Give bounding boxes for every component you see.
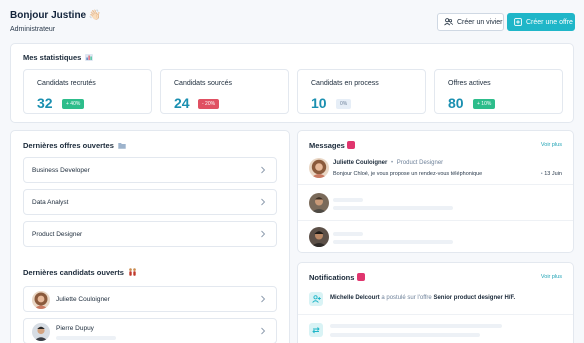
message-sender: Juliette Couloigner [333,160,388,166]
bar-chart-icon [85,54,94,61]
stat-value: 80 [448,95,464,111]
skeleton-line [333,198,363,202]
stats-card: Mes statistiques Candidats recrutés 32 +… [10,43,574,123]
stat-recruited: Candidats recrutés 32 + 40% [23,69,152,114]
greeting-title: Bonjour Justine 👋🏻 [10,10,101,21]
create-vivier-label: Créer un vivier [457,18,503,26]
stat-label: Candidats sourcés [174,80,232,87]
stat-badge: 0% [336,99,352,109]
stat-in-process: Candidats en process 10 0% [297,69,426,114]
stat-badge: - 20% [198,99,220,109]
candidate-name: Pierre Dupuy [56,325,94,332]
stats-title: Mes statistiques [23,53,94,62]
notification-action: a postulé sur l'offre [381,295,432,301]
stat-label: Candidats en process [311,80,379,87]
user-role: Administrateur [10,26,56,33]
greeting-text: Bonjour Justine [10,10,87,21]
notifications-title-text: Notifications [309,273,355,282]
notifications-card: Notifications Voir plus Michelle Delcour… [297,262,574,343]
unread-badge [356,273,365,281]
user-add-icon [309,292,323,306]
avatar [309,227,329,247]
divider [298,314,573,315]
swap-icon [309,323,323,337]
message-date: • 13 Juin [541,171,562,177]
skeleton-line [333,240,453,244]
wave-emoji: 👋🏻 [88,10,102,21]
candidate-item[interactable]: Juliette Couloigner [23,286,277,312]
notification-text[interactable]: Michelle Delcourt a postulé sur l'offre … [330,295,515,301]
chevron-right-icon [261,230,266,238]
stat-value: 10 [311,95,327,111]
chevron-right-icon [261,166,266,174]
skeleton-line [56,336,116,340]
stat-label: Candidats recrutés [37,80,96,87]
stats-title-text: Mes statistiques [23,53,82,62]
dot-separator: • [391,160,394,166]
skeleton-line [330,324,502,328]
message-date-text: 13 Juin [544,171,562,177]
offer-item[interactable]: Business Developer [23,157,277,183]
stat-badge: + 40% [62,99,85,109]
avatar [309,158,329,178]
message-role: Product Designer [396,160,444,166]
offers-title: Dernières offres ouvertes [23,141,126,150]
messages-see-more-link[interactable]: Voir plus [541,142,562,148]
dot-separator: • [540,171,543,177]
offers-title-text: Dernières offres ouvertes [23,141,114,150]
create-offer-label: Créer une offre [526,18,573,26]
divider [298,220,573,221]
stat-value: 32 [37,95,53,111]
offer-item-label: Product Designer [32,230,83,238]
offer-item[interactable]: Product Designer [23,221,277,247]
document-plus-icon [514,18,522,26]
skeleton-line [333,232,363,236]
skeleton-line [333,206,453,210]
notification-offer: Senior product designer H/F. [433,295,516,301]
people-icon [129,268,136,276]
chevron-right-icon [261,295,266,303]
candidate-item[interactable]: Pierre Dupuy [23,318,277,343]
unread-badge [346,141,355,149]
offer-item-label: Business Developer [32,166,90,174]
messages-card: Messages Voir plus Juliette Couloigner •… [297,130,574,253]
avatar [32,323,50,341]
offers-candidates-card: Dernières offres ouvertes Business Devel… [10,130,290,343]
candidate-name: Juliette Couloigner [56,295,110,303]
messages-title: Messages [309,141,355,150]
stat-value: 24 [174,95,190,111]
divider [298,184,573,185]
avatar [32,291,50,309]
create-vivier-button[interactable]: Créer un vivier [437,13,504,31]
folder-icon [118,143,126,149]
stat-label: Offres actives [448,80,491,87]
message-header: Juliette Couloigner • Product Designer [333,160,443,166]
candidates-title-text: Dernières candidats ouverts [23,268,124,277]
stat-active-offers: Offres actives 80 + 10% [434,69,563,114]
notifications-see-more-link[interactable]: Voir plus [541,274,562,280]
messages-title-text: Messages [309,141,345,150]
stat-sourced: Candidats sourcés 24 - 20% [160,69,289,114]
chevron-right-icon [261,327,266,335]
create-offer-button[interactable]: Créer une offre [507,13,575,31]
candidates-title: Dernières candidats ouverts [23,268,137,277]
users-icon [444,18,453,26]
notification-user: Michelle Delcourt [330,295,380,301]
notifications-title: Notifications [309,273,365,282]
stat-badge: + 10% [473,99,496,109]
offer-item-label: Data Analyst [32,198,69,206]
avatar [309,193,329,213]
chevron-right-icon [261,198,266,206]
skeleton-line [330,333,480,337]
message-preview[interactable]: Bonjour Chloé, je vous propose un rendez… [333,171,482,177]
offer-item[interactable]: Data Analyst [23,189,277,215]
